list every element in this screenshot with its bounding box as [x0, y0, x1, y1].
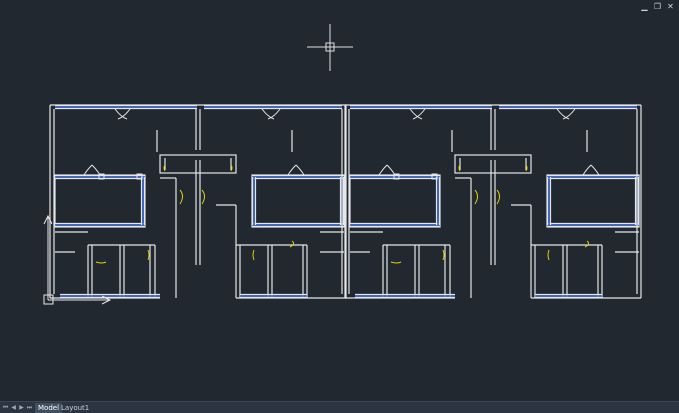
model-space-viewport[interactable]: ▁ ❐ ✕	[0, 0, 679, 401]
corridor-pocket	[454, 154, 532, 174]
door-swing	[295, 164, 305, 176]
door-swing	[267, 108, 281, 120]
door-swing-yellow	[442, 249, 445, 261]
door-swing-yellow	[496, 189, 500, 205]
previous-layout-icon[interactable]: ◀	[10, 404, 17, 411]
window-controls: ▁ ❐ ✕	[640, 2, 675, 11]
door-swing	[386, 164, 396, 176]
door-swing	[582, 164, 592, 176]
first-layout-icon[interactable]: ⏮	[2, 404, 9, 411]
door-swing-yellow	[289, 240, 295, 248]
door-swing	[590, 164, 600, 176]
door-swing	[91, 164, 101, 176]
last-layout-icon[interactable]: ⏭	[26, 404, 33, 411]
layout-tab-bar: ⏮ ◀ ▶ ⏭ Model Layout1	[0, 401, 679, 413]
restore-icon[interactable]: ❐	[653, 2, 662, 11]
door-swing-yellow	[390, 261, 402, 264]
door-swing-yellow	[201, 189, 205, 205]
door-swing-yellow	[547, 249, 550, 261]
minimize-icon[interactable]: ▁	[640, 2, 649, 11]
door-swing-yellow	[95, 261, 107, 264]
bedroom-left	[349, 174, 441, 228]
door-swing	[556, 108, 570, 120]
door-swing	[378, 164, 388, 176]
corridor-pocket	[159, 154, 237, 174]
next-layout-icon[interactable]: ▶	[18, 404, 25, 411]
door-swing	[83, 164, 93, 176]
door-swing	[562, 108, 576, 120]
bedroom-left	[54, 174, 146, 228]
door-swing-yellow	[252, 249, 255, 261]
floor-plan-drawing	[43, 24, 642, 305]
door-swing	[261, 108, 275, 120]
bedroom-right	[546, 174, 640, 228]
door-swing-yellow	[179, 189, 183, 205]
door-swing	[287, 164, 297, 176]
bedroom-right	[251, 174, 345, 228]
door-swing-yellow	[147, 249, 150, 261]
crosshair-cursor-icon	[307, 24, 353, 71]
close-icon[interactable]: ✕	[666, 2, 675, 11]
door-swing-yellow	[474, 189, 478, 205]
door-swing-yellow	[584, 240, 590, 248]
